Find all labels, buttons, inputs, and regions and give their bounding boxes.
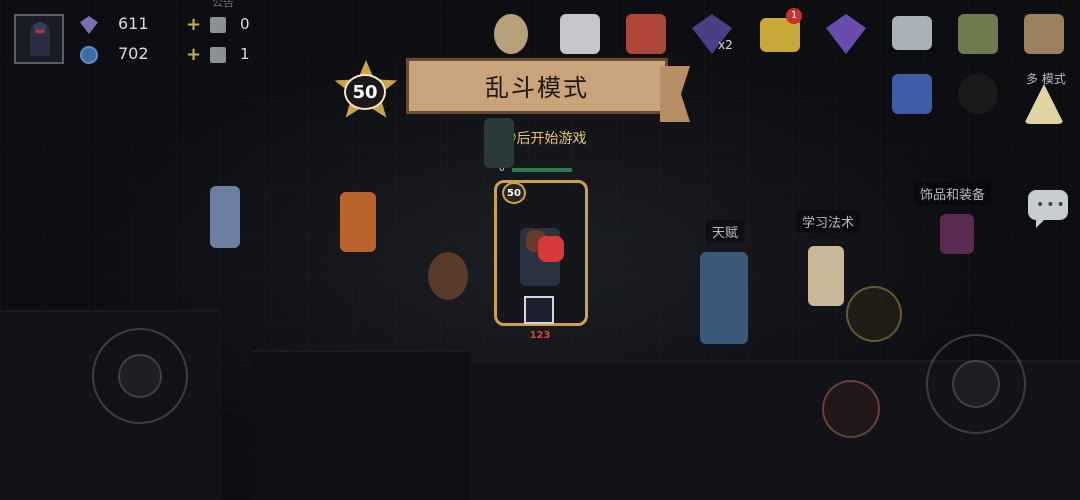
npc-hooded[interactable] [428,252,468,300]
chat-icon[interactable]: ••• [1028,190,1068,228]
material-icon [210,47,226,63]
avatar-figure [30,22,50,56]
card-level-badge: 50 [502,182,526,204]
mode-title: 乱斗模式 [485,74,589,102]
player-avatar[interactable] [14,14,64,64]
npc-mage[interactable] [808,246,844,306]
player-mini-portrait [524,296,554,324]
camera-icon[interactable] [560,14,600,54]
list-icon[interactable] [958,14,998,54]
skill-button-icon[interactable] [846,286,902,342]
mode-side-label: 多 模式 [1026,72,1066,86]
material-count: 0 [240,15,250,33]
attack-button-icon[interactable] [822,380,880,438]
notification-badge: 1 [786,8,802,24]
coin-count: 702 [118,44,149,63]
notice-label: 公告 [212,0,234,9]
wall-stairs [250,350,470,500]
card-score: 123 [529,330,551,341]
scroll-icon[interactable] [1024,14,1064,54]
character-icon[interactable] [494,14,528,54]
npc-vendor[interactable] [940,214,974,254]
npc-elder[interactable] [210,186,240,248]
plus-icon[interactable]: + [186,14,201,35]
accessories-label: 饰品和装备 [914,182,992,205]
talent-label: 天赋 [706,220,745,243]
aim-joystick-knob[interactable] [952,360,1000,408]
gift-small-icon[interactable] [892,74,932,114]
gift-icon[interactable] [626,14,666,54]
material-icon [210,17,226,33]
avatar-eye [36,30,44,33]
npc-armor[interactable] [700,252,748,344]
move-joystick-knob[interactable] [118,354,162,398]
card-progress-bar [512,168,572,172]
penguin-icon[interactable] [958,74,998,114]
plus-icon[interactable]: + [186,44,201,65]
npc-girl[interactable] [340,192,376,252]
coin-icon [80,46,98,64]
gem-multiplier: x2 [718,38,733,52]
material-count: 1 [240,45,250,63]
npc-dark[interactable] [484,118,514,168]
level-badge: 50 [344,74,386,110]
learn-spell-label: 学习法术 [796,210,861,233]
hero-head [538,236,564,262]
gem-count: 611 [118,14,149,33]
shopping-cart-icon[interactable] [892,16,932,50]
